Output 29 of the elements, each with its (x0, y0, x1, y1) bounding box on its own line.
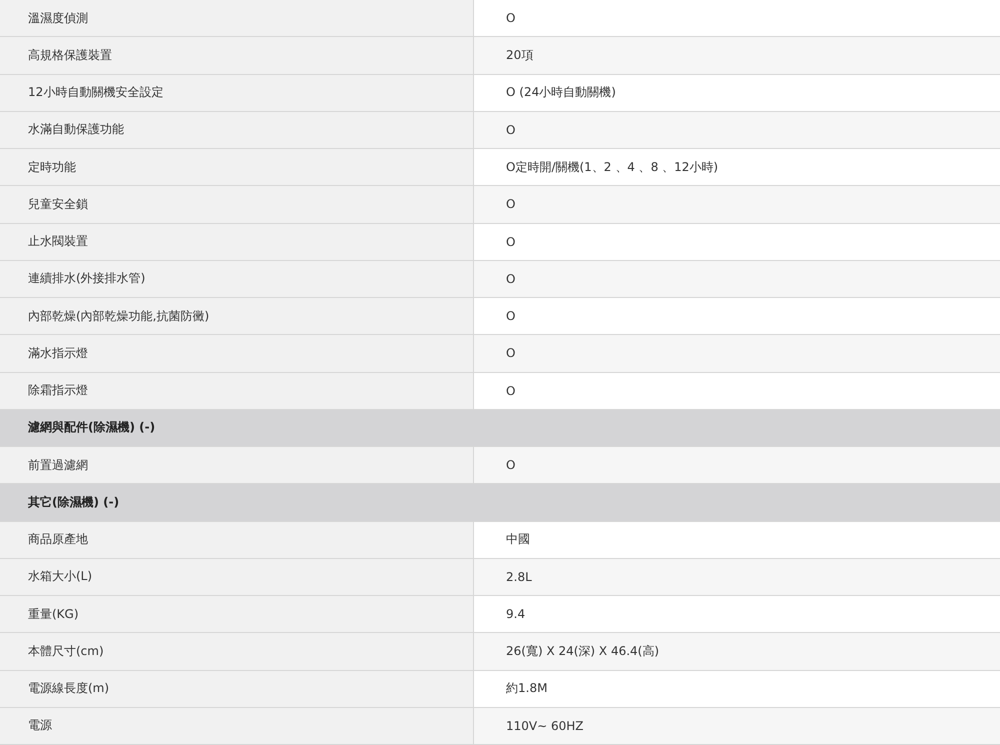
spec-label: 除霜指示燈 (0, 372, 474, 409)
section-header: 其它(除濕機) (-) (0, 484, 1000, 522)
spec-label: 水箱大小(L) (0, 558, 474, 595)
spec-label: 本體尺寸(cm) (0, 633, 474, 670)
spec-value: 2.8L (474, 558, 1000, 595)
spec-value: 26(寬) X 24(深) X 46.4(高) (474, 633, 1000, 670)
spec-label: 兒童安全鎖 (0, 186, 474, 222)
spec-label: 內部乾燥(內部乾燥功能,抗菌防黴) (0, 298, 474, 334)
spec-label: 溫濕度偵測 (0, 0, 474, 36)
spec-value: O (474, 186, 1000, 222)
spec-value: O (474, 112, 1000, 148)
spec-value: O (474, 335, 1000, 372)
spec-label: 重量(KG) (0, 596, 474, 632)
spec-label: 滿水指示燈 (0, 335, 474, 372)
spec-value: 20項 (474, 37, 1000, 74)
spec-label: 商品原產地 (0, 522, 474, 558)
spec-label: 12小時自動關機安全設定 (0, 74, 474, 111)
spec-label: 定時功能 (0, 149, 474, 186)
spec-label: 電源線長度(m) (0, 670, 474, 707)
spec-label: 高規格保護裝置 (0, 37, 474, 74)
spec-label: 連續排水(外接排水管) (0, 260, 474, 297)
section-header: 濾網與配件(除濕機) (-) (0, 410, 1000, 447)
spec-label: 電源 (0, 708, 474, 744)
spec-value: 110V~ 60HZ (474, 708, 1000, 744)
spec-label: 前置過濾網 (0, 447, 474, 484)
spec-label: 止水閥裝置 (0, 224, 474, 260)
spec-value: O (474, 260, 1000, 297)
spec-label: 水滿自動保護功能 (0, 112, 474, 148)
spec-value: O (474, 447, 1000, 484)
